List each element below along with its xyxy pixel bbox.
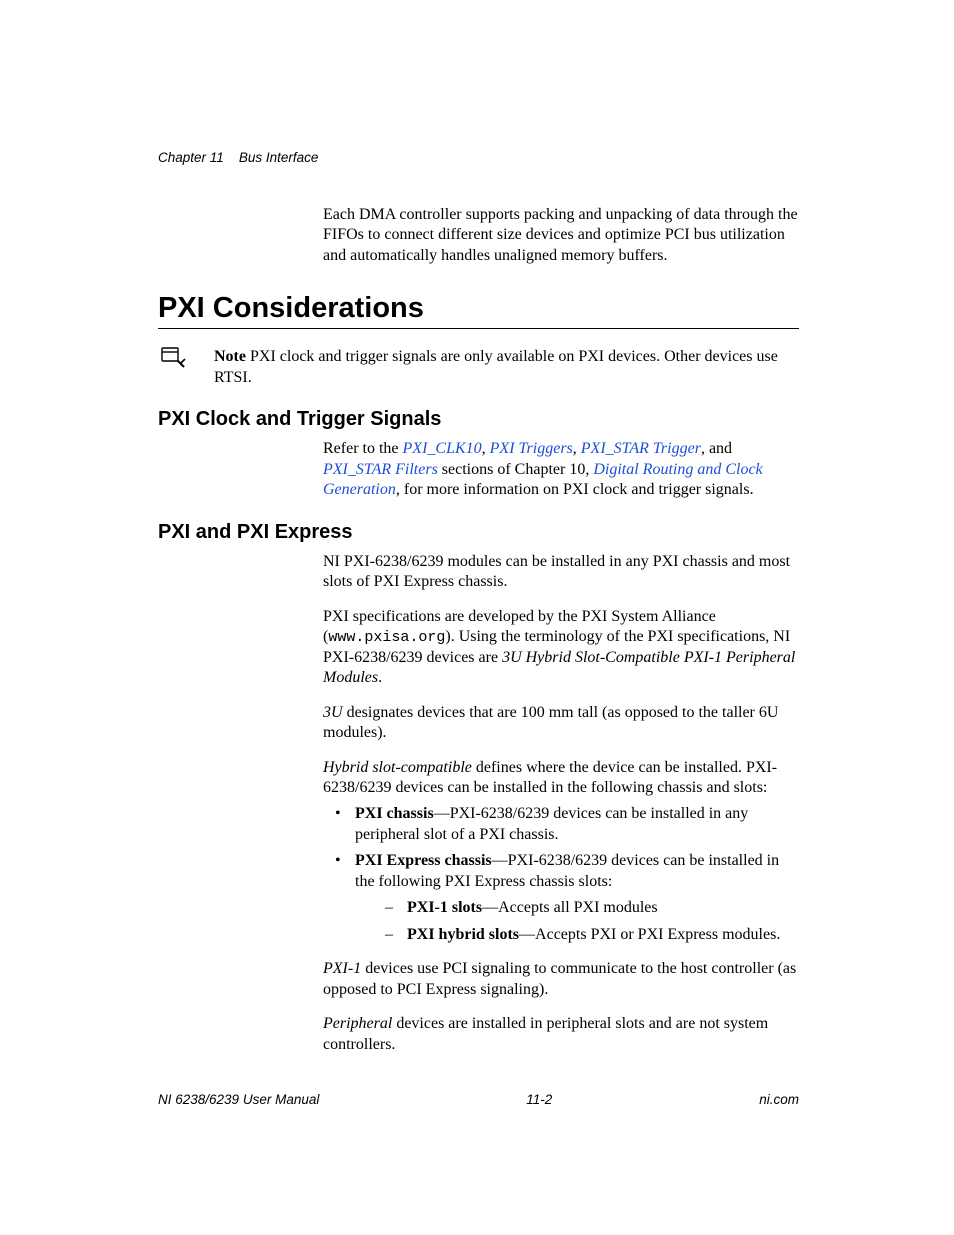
list-item: PXI hybrid slots—Accepts PXI or PXI Expr… bbox=[379, 925, 799, 945]
footer-left: NI 6238/6239 User Manual bbox=[158, 1092, 319, 1107]
express-p6: Peripheral devices are installed in peri… bbox=[323, 1014, 799, 1055]
heading-pxi-considerations: PXI Considerations bbox=[158, 292, 799, 325]
express-p2: PXI specifications are developed by the … bbox=[323, 607, 799, 689]
list-item: PXI chassis—PXI-6238/6239 devices can be… bbox=[323, 804, 799, 845]
link-pxi-star-filters[interactable]: PXI_STAR Filters bbox=[323, 461, 438, 478]
heading-pxi-express: PXI and PXI Express bbox=[158, 521, 799, 544]
pxi-express-body: NI PXI-6238/6239 modules can be installe… bbox=[323, 552, 799, 1055]
intro-paragraph: Each DMA controller supports packing and… bbox=[323, 205, 799, 266]
intro-block: Each DMA controller supports packing and… bbox=[323, 205, 799, 266]
express-p1: NI PXI-6238/6239 modules can be installe… bbox=[323, 552, 799, 593]
note-icon bbox=[158, 345, 186, 374]
heading-clock-trigger: PXI Clock and Trigger Signals bbox=[158, 408, 799, 431]
link-pxi-clk10[interactable]: PXI_CLK10 bbox=[403, 440, 482, 457]
chassis-list: PXI chassis—PXI-6238/6239 devices can be… bbox=[323, 804, 799, 945]
note-label: Note bbox=[214, 348, 246, 365]
express-p4: Hybrid slot-compatible defines where the… bbox=[323, 758, 799, 799]
express-p5: PXI-1 devices use PCI signaling to commu… bbox=[323, 959, 799, 1000]
running-header: Chapter 11 Bus Interface bbox=[158, 150, 799, 165]
list-item: PXI-1 slots—Accepts all PXI modules bbox=[379, 898, 799, 918]
heading-rule bbox=[158, 328, 799, 329]
link-pxi-star-trigger[interactable]: PXI_STAR Trigger bbox=[581, 440, 701, 457]
page: Chapter 11 Bus Interface Each DMA contro… bbox=[0, 0, 954, 1235]
note-block: Note PXI clock and trigger signals are o… bbox=[158, 347, 799, 388]
pxisa-url: www.pxisa.org bbox=[328, 629, 445, 646]
list-item: PXI Express chassis—PXI-6238/6239 device… bbox=[323, 851, 799, 945]
chapter-label: Chapter 11 bbox=[158, 150, 224, 165]
footer-right: ni.com bbox=[759, 1092, 799, 1107]
clock-trigger-body: Refer to the PXI_CLK10, PXI Triggers, PX… bbox=[323, 439, 799, 500]
link-pxi-triggers[interactable]: PXI Triggers bbox=[490, 440, 573, 457]
clock-trigger-paragraph: Refer to the PXI_CLK10, PXI Triggers, PX… bbox=[323, 439, 799, 500]
note-body: PXI clock and trigger signals are only a… bbox=[214, 348, 778, 385]
express-p3: 3U designates devices that are 100 mm ta… bbox=[323, 703, 799, 744]
chassis-sublist: PXI-1 slots—Accepts all PXI modules PXI … bbox=[379, 898, 799, 945]
footer: NI 6238/6239 User Manual 11-2 ni.com bbox=[158, 1092, 799, 1107]
chapter-title: Bus Interface bbox=[239, 150, 319, 165]
note-text: Note PXI clock and trigger signals are o… bbox=[214, 347, 799, 388]
footer-center: 11-2 bbox=[526, 1092, 552, 1107]
